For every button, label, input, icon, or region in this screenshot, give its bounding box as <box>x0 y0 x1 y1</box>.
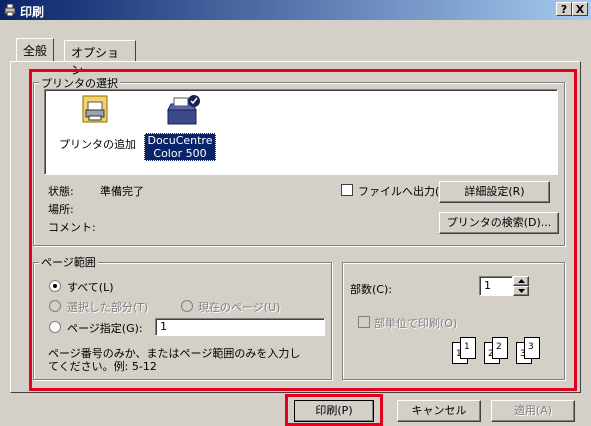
tab-options[interactable]: オプション <box>64 40 136 77</box>
tab-general[interactable]: 全般 <box>16 38 55 62</box>
print-button-highlight <box>285 394 383 426</box>
help-button[interactable]: ? <box>556 2 572 16</box>
cancel-button[interactable]: キャンセル <box>397 400 481 422</box>
printer-app-icon <box>4 3 16 17</box>
apply-button: 適用(A) <box>491 400 575 422</box>
window-title: 印刷 <box>20 5 45 19</box>
highlight-frame <box>29 69 577 391</box>
title-bar: 印刷 ? X <box>0 0 591 20</box>
close-button[interactable]: X <box>572 2 588 16</box>
